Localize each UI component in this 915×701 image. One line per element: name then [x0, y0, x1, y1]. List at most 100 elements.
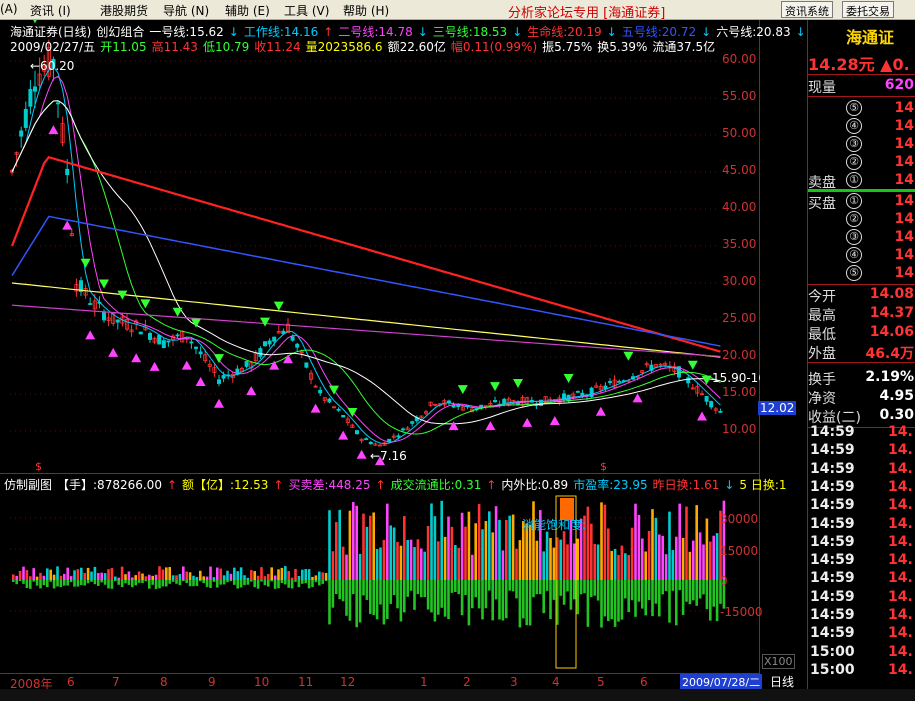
volume-bar-up [454, 544, 457, 580]
volume-bar-up [328, 510, 331, 580]
level-index-icon: ⑤ [846, 100, 862, 116]
volume-bar-down [304, 580, 307, 584]
price-tick-label: 45.00 [722, 163, 757, 177]
volume-bar-up [501, 550, 505, 580]
buy-signal-icon [522, 417, 533, 427]
volume-bar-up [12, 574, 15, 580]
volume-bar-down [420, 580, 423, 598]
sell-signal-icon [513, 378, 523, 388]
volume-bar-up [403, 516, 406, 580]
volume-bar-up [46, 568, 49, 580]
volume-bar-up [634, 503, 637, 580]
volume-bar-up [209, 566, 212, 580]
indicator-value: 成交流通比:0.31 [390, 478, 482, 492]
sell-signal-icon [701, 375, 712, 385]
period-label[interactable]: 日线 [770, 673, 794, 690]
volume-bar-down [185, 580, 188, 583]
volume-bar-down [263, 580, 267, 586]
menu-item-assist[interactable]: 辅助 (E) [225, 2, 270, 19]
volume-bar-up [518, 540, 522, 580]
volume-bar-up [562, 531, 566, 580]
tick-price: 14. [888, 570, 913, 587]
tick-time: 14:59 [810, 588, 855, 605]
volume-bar-down [433, 580, 437, 622]
volume-bar-down [267, 580, 270, 587]
volume-bar-up [287, 571, 290, 580]
volume-bar-down [103, 580, 107, 585]
volume-bar-down [226, 580, 229, 583]
stat-label: 今开 [808, 289, 836, 305]
indicator-legend-item: 五号线:20.72 [621, 25, 697, 39]
volume-bar-down [545, 580, 549, 591]
tick-row: 14:59 14. [808, 625, 915, 643]
volume-bar-down [134, 580, 137, 586]
volume-bar-down [406, 580, 409, 597]
volume-bar-down [256, 580, 260, 589]
ohlc-readout: 2009/02/27/五 开11.05 高11.43 低10.79 收11.24 量202… [10, 38, 720, 55]
menu-item-navigate[interactable]: 导航 (N) [163, 2, 209, 19]
volume-bar-down [297, 580, 301, 588]
candle-body [216, 379, 221, 384]
trade-order-button[interactable]: 委托交易 [842, 1, 894, 18]
volume-bar-up [178, 574, 182, 580]
menu-item-tools[interactable]: 工具 (V) [284, 2, 329, 19]
tick-time: 14:59 [810, 625, 855, 642]
tick-time: 15:00 [810, 661, 855, 678]
candle-body [364, 438, 369, 441]
stat-row: 今开 14.08 [808, 286, 915, 305]
sell-price: 14 [894, 100, 914, 116]
volume-bar-down [396, 580, 399, 609]
indicator-value: ↑ [273, 478, 284, 492]
volume-bar-down [97, 580, 100, 586]
tick-row: 14:59 14. [808, 424, 915, 442]
indicator-panel[interactable]: 消能饱和度: 仿制副图 【手】:878266.00 ↑ 额【亿】:12.53 ↑ 买卖差:… [0, 473, 787, 673]
sell-signal-icon [563, 373, 574, 383]
volume-bar-down [365, 580, 369, 600]
candle-body [704, 396, 709, 402]
info-system-button[interactable]: 资讯系统 [781, 1, 833, 18]
volume-bar-down [151, 580, 154, 585]
volume-bar-up [304, 569, 307, 580]
volume-bar-up [600, 502, 603, 580]
level-index-icon: ④ [846, 118, 862, 134]
menu-item-info[interactable]: 资讯 (I) [30, 2, 71, 19]
volume-bar-down [576, 580, 579, 615]
volume-bar-down [18, 580, 22, 582]
volume-bar-down [549, 580, 552, 620]
volume-bar-up [488, 511, 491, 580]
tick-row: 14:59 14. [808, 479, 915, 497]
time-tick-label: 3 [510, 675, 518, 689]
volume-bar-up [413, 547, 416, 580]
sell-signal-icon [457, 385, 468, 395]
candle-body [161, 340, 166, 348]
divider [808, 74, 915, 75]
candle-body [267, 340, 272, 345]
sell-level-row: ② 14 [808, 154, 915, 173]
volume-bar-down [270, 580, 273, 582]
volume-bar-up [18, 570, 22, 580]
volume-bar-up [593, 543, 596, 580]
volume-bar-down [114, 580, 117, 582]
candle-body [368, 441, 373, 445]
stat-label: 外盘 [808, 346, 836, 362]
menu-item-a[interactable]: (A) [0, 2, 18, 16]
volume-bar-up [134, 575, 137, 580]
menu-item-help[interactable]: 帮助 (H) [343, 2, 389, 19]
divider [808, 96, 915, 97]
volume-bar-up [35, 576, 39, 580]
ohlc-item: 高11.43 [151, 40, 198, 54]
price-chart[interactable]: ←60.20 ←7.16 15.90-16 $ $ 海通证券(日线) 创幻组合一号线:15… [0, 20, 806, 475]
sell-signal-icon [329, 385, 339, 395]
menu-item-hk-futures[interactable]: 港股期货 [100, 2, 148, 19]
volume-bar-up [430, 503, 433, 580]
volume-bar-down [236, 580, 239, 589]
tick-time: 14:59 [810, 607, 855, 623]
candle-body [575, 390, 580, 393]
time-tick-label: 7 [112, 675, 120, 689]
candle-body [492, 400, 497, 403]
volume-bar-down [100, 580, 103, 583]
volume-bar-up [236, 571, 239, 580]
price-tick-label: 50.00 [722, 126, 757, 140]
buy-signal-icon [338, 430, 349, 440]
volume-bar-up [246, 577, 250, 580]
